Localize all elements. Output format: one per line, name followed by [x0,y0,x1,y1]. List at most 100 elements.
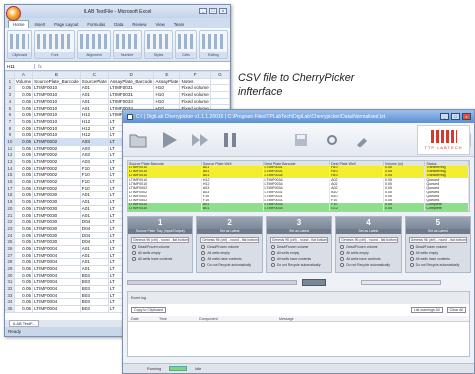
cell[interactable]: LTIMF0010 [32,104,81,113]
open-file-icon[interactable] [128,129,149,151]
cell[interactable]: 0.05 [13,291,34,300]
ribbon-group[interactable]: Cells [175,30,197,59]
cell[interactable]: A01 [79,198,109,206]
row-header[interactable]: 29 [5,264,15,273]
cell[interactable]: LTIMF0030 [32,231,81,240]
radio-icon[interactable] [409,245,414,249]
cell[interactable]: A01 [79,104,109,113]
cell[interactable]: LTIMF0004 [32,285,81,293]
row-header[interactable]: 20 [5,204,15,213]
column-header[interactable]: E [153,71,181,79]
maximize-button[interactable]: □ [451,113,460,120]
row-header[interactable]: 33 [5,291,15,300]
cell[interactable]: 0.05 [13,211,34,220]
cell[interactable]: Fixed volume [179,97,211,106]
radio-icon[interactable] [340,251,345,255]
row-header[interactable]: 23 [5,224,15,233]
cell[interactable]: A01 [79,264,109,273]
cell[interactable]: LTIMF0010 [32,131,81,139]
cell[interactable]: H12 [79,111,109,119]
cell[interactable]: 0.05 [13,137,34,146]
ribbon-group[interactable]: Number [112,30,142,59]
radio-option[interactable]: Dead/Frozen volume [201,245,261,249]
row-header[interactable]: 1 [5,77,15,86]
cell[interactable]: LTIMF0030 [32,211,81,220]
cell[interactable]: 0.05 [13,171,34,179]
cell[interactable]: B03 [79,291,109,300]
cell[interactable]: LTIMF0010 [32,124,81,133]
column-header[interactable]: G [209,71,230,79]
row-header[interactable]: 18 [5,191,15,200]
radio-option[interactable]: All wells empty [409,251,470,255]
row-header[interactable]: 2 [5,84,15,93]
tools-icon[interactable] [352,129,373,151]
cell[interactable]: LTIMF0004 [32,271,81,280]
ribbon-tab[interactable]: Team [170,21,189,28]
cell[interactable]: LTIMF0004 [32,278,81,286]
sheet-tab[interactable]: ILAB TestF... [9,320,40,327]
cell[interactable]: A01 [79,251,109,260]
radio-icon[interactable] [409,263,414,267]
cell[interactable]: LTIMF0030 [32,198,81,206]
cell[interactable]: A01 [79,258,109,266]
cell[interactable]: 0.05 [13,251,34,260]
cell[interactable]: LTIMF0004 [32,305,81,313]
row-header[interactable]: 13 [5,157,15,166]
radio-option[interactable]: All wells empty [340,251,400,255]
cell[interactable]: D04 [79,238,109,246]
cell[interactable]: 0.05 [13,231,34,240]
radio-option[interactable]: All wells empty [201,251,261,255]
row-header[interactable]: 26 [5,244,15,253]
column-header[interactable]: F [179,71,211,79]
cell[interactable]: H10 [153,97,181,106]
cell[interactable]: 0.05 [13,184,34,193]
row-header[interactable]: 3 [5,91,15,99]
row-header[interactable]: 14 [5,164,15,173]
cell[interactable]: 0.05 [13,224,34,233]
radio-icon[interactable] [201,251,206,255]
row-header[interactable]: 10 [5,137,15,146]
cell[interactable]: F10 [79,164,109,173]
radio-option[interactable]: Dead/Frozen volume [132,245,192,249]
radio-icon[interactable] [409,251,414,255]
row-header[interactable]: 6 [5,111,15,119]
cell[interactable]: F10 [79,184,109,193]
column-header[interactable] [5,71,15,79]
cell[interactable]: LTIMF0004 [32,251,81,260]
plate-type-select[interactable]: Genesis 96 (ctrl) - round - flat bottom [269,237,329,243]
ribbon-buttons-icon[interactable] [115,34,139,49]
station-subtitle[interactable]: Set as Latest [405,229,471,234]
cell[interactable]: A03 [79,144,109,153]
row-header[interactable]: 9 [5,131,15,139]
cell[interactable]: SourcePlate_Barcode [32,77,81,86]
row-header[interactable]: 34 [5,298,15,307]
radio-option[interactable]: Dead/Frozen volume [270,245,331,249]
cell[interactable]: B03 [79,285,109,293]
cell[interactable]: H12 [79,131,109,139]
table-row[interactable]: 1 Volume SourcePlate_Barcode SourcePlate Ass… [5,77,230,86]
cell[interactable]: Volume [13,77,34,86]
cell[interactable] [209,91,230,99]
plate-type-select[interactable]: Genesis 96 (ctrl) - round - flat bottom [131,237,190,243]
save-icon[interactable] [291,129,312,151]
row-header[interactable]: 27 [5,251,15,260]
cell[interactable] [209,77,230,86]
cell[interactable]: 0.05 [13,111,34,119]
cell[interactable]: H12 [79,124,109,133]
cell[interactable]: A01 [79,204,109,213]
radio-icon[interactable] [270,251,275,255]
cell[interactable]: LTIMF0002 [32,151,81,159]
cell[interactable]: LTIMF0030 [32,218,81,226]
cell[interactable]: 0.05 [13,278,34,286]
ribbon-group[interactable]: Font [34,30,76,59]
cell[interactable]: 0.05 [13,91,34,99]
row-header[interactable]: 21 [5,211,15,220]
cell[interactable]: LTIMF0004 [32,264,81,273]
ribbon-group[interactable]: Clipboard [7,30,33,59]
cell[interactable]: 0.05 [13,151,34,159]
table-row[interactable]: LTIMF0030 A01 LTIMF0034 G12 0.05 Complete [128,206,469,211]
cell[interactable]: F10 [79,171,109,179]
cell[interactable]: 0.05 [13,198,34,206]
list-warnings-button[interactable]: List warnings All [410,307,443,313]
cell[interactable]: A03 [79,157,109,166]
